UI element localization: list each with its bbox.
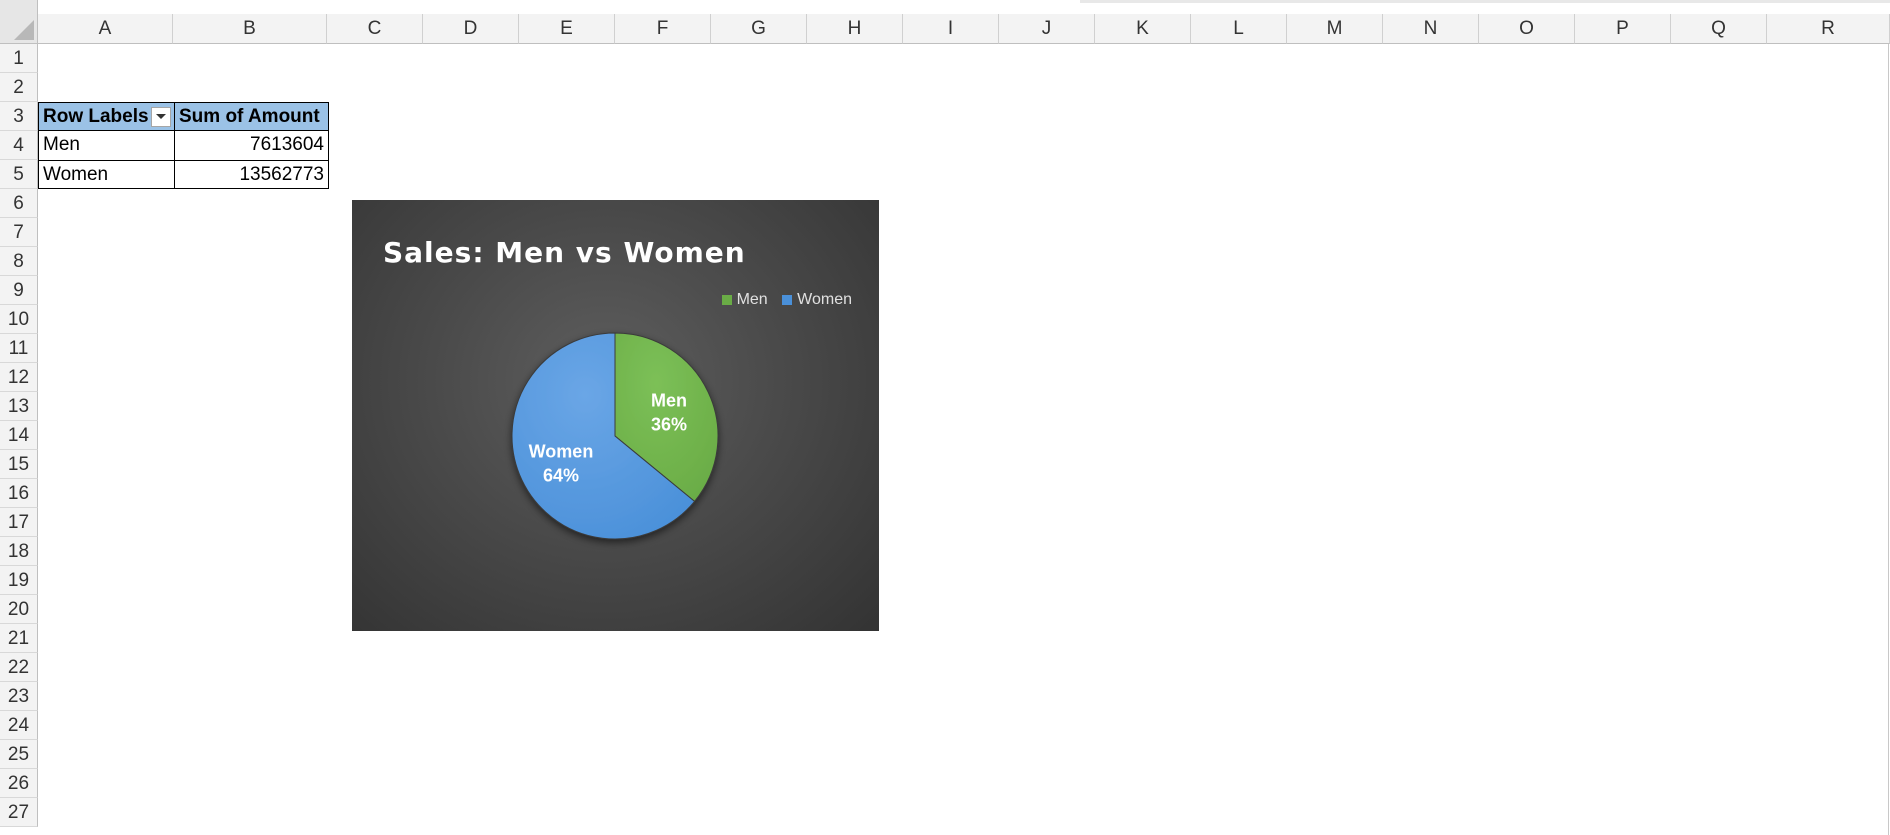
row-header-26[interactable]: 26 <box>0 769 38 798</box>
row-header-17[interactable]: 17 <box>0 508 38 537</box>
row-header-22[interactable]: 22 <box>0 653 38 682</box>
row-header-19[interactable]: 19 <box>0 566 38 595</box>
row-header-13[interactable]: 13 <box>0 392 38 421</box>
row-header-27[interactable]: 27 <box>0 798 38 827</box>
column-header-p[interactable]: P <box>1575 14 1671 44</box>
column-header-g[interactable]: G <box>711 14 807 44</box>
row-header-10[interactable]: 10 <box>0 305 38 334</box>
select-all-triangle-icon <box>14 20 34 40</box>
row-header-25[interactable]: 25 <box>0 740 38 769</box>
column-header-b[interactable]: B <box>173 14 327 44</box>
column-header-r[interactable]: R <box>1767 14 1890 44</box>
legend-item-women: Women <box>782 291 852 309</box>
column-header-q[interactable]: Q <box>1671 14 1767 44</box>
toolbar-edge <box>1080 0 1890 3</box>
legend-item-men: Men <box>721 291 768 309</box>
legend-label-women: Women <box>797 291 852 308</box>
legend-swatch-women <box>782 294 793 305</box>
pivot-row-label[interactable]: Women <box>38 160 175 189</box>
sheet-right-border <box>1888 44 1889 835</box>
legend-swatch-men <box>721 294 732 305</box>
column-header-a[interactable]: A <box>38 14 173 44</box>
column-header-m[interactable]: M <box>1287 14 1383 44</box>
row-header-3[interactable]: 3 <box>0 102 38 131</box>
row-header-8[interactable]: 8 <box>0 247 38 276</box>
filter-dropdown-icon[interactable] <box>151 107 171 127</box>
column-header-l[interactable]: L <box>1191 14 1287 44</box>
row-header-20[interactable]: 20 <box>0 595 38 624</box>
pivot-row-value[interactable]: 13562773 <box>175 160 329 189</box>
row-header-14[interactable]: 14 <box>0 421 38 450</box>
pivot-header-sum[interactable]: Sum of Amount <box>175 102 329 131</box>
row-header-15[interactable]: 15 <box>0 450 38 479</box>
column-header-bar: ABCDEFGHIJKLMNOPQR <box>0 0 1890 45</box>
column-header-d[interactable]: D <box>423 14 519 44</box>
column-header-n[interactable]: N <box>1383 14 1479 44</box>
column-header-k[interactable]: K <box>1095 14 1191 44</box>
column-header-j[interactable]: J <box>999 14 1095 44</box>
column-header-c[interactable]: C <box>327 14 423 44</box>
column-header-e[interactable]: E <box>519 14 615 44</box>
data-label-percent: 36% <box>651 414 687 434</box>
select-all-button[interactable] <box>0 0 38 44</box>
legend-label-men: Men <box>736 291 768 308</box>
pie-chart[interactable]: Men 36% Women 64% Sales: Men vs Women Men W… <box>352 200 879 631</box>
column-header-f[interactable]: F <box>615 14 711 44</box>
row-header-2[interactable]: 2 <box>0 73 38 102</box>
column-header-h[interactable]: H <box>807 14 903 44</box>
pivot-header-row-labels-text: Row Labels <box>43 106 149 127</box>
row-header-16[interactable]: 16 <box>0 479 38 508</box>
row-header-11[interactable]: 11 <box>0 334 38 363</box>
row-header-1[interactable]: 1 <box>0 44 38 73</box>
row-header-21[interactable]: 21 <box>0 624 38 653</box>
data-label-category: Women <box>529 442 594 462</box>
pivot-row-label[interactable]: Men <box>38 131 175 160</box>
row-header-6[interactable]: 6 <box>0 189 38 218</box>
chart-legend[interactable]: Men Women <box>712 291 852 309</box>
row-header-12[interactable]: 12 <box>0 363 38 392</box>
row-header-23[interactable]: 23 <box>0 682 38 711</box>
row-header-9[interactable]: 9 <box>0 276 38 305</box>
row-header-7[interactable]: 7 <box>0 218 38 247</box>
data-label-percent: 64% <box>543 466 579 486</box>
data-label-category: Men <box>651 390 687 410</box>
row-header-18[interactable]: 18 <box>0 537 38 566</box>
pivot-header-row-labels[interactable]: Row Labels <box>38 102 175 131</box>
column-header-i[interactable]: I <box>903 14 999 44</box>
chart-title[interactable]: Sales: Men vs Women <box>383 236 746 269</box>
column-header-o[interactable]: O <box>1479 14 1575 44</box>
pivot-row-value[interactable]: 7613604 <box>175 131 329 160</box>
row-header-4[interactable]: 4 <box>0 131 38 160</box>
row-header-5[interactable]: 5 <box>0 160 38 189</box>
row-header-24[interactable]: 24 <box>0 711 38 740</box>
